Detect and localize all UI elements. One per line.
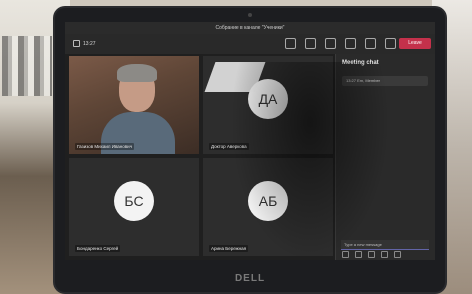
chat-icon[interactable]	[305, 38, 316, 49]
meeting-toolbar: 13:27 Leave	[65, 34, 435, 54]
camera-icon[interactable]	[365, 38, 376, 49]
participant-tile[interactable]: Газизов Михаил Иванович	[69, 56, 199, 154]
meeting-timer: 13:27	[73, 40, 96, 47]
participant-name: Газизов Михаил Иванович	[75, 143, 135, 150]
raise-hand-icon[interactable]	[325, 38, 336, 49]
screen-reflection	[230, 62, 390, 260]
send-icon[interactable]	[394, 251, 401, 258]
leave-button[interactable]: Leave	[399, 38, 431, 49]
participant-avatar: БС	[114, 181, 154, 222]
laptop-bezel: DELL	[55, 262, 445, 292]
shield-icon	[73, 40, 80, 47]
webcam	[248, 13, 252, 17]
participant-video-hair	[117, 64, 157, 82]
toolbar-controls	[285, 38, 416, 49]
window-title: Собрание в канале "Ученики"	[65, 22, 435, 34]
microphone-icon[interactable]	[385, 38, 396, 49]
more-options-icon[interactable]	[345, 38, 356, 49]
laptop-screen: Собрание в канале "Ученики" 13:27 Leave	[65, 22, 435, 260]
participant-tile[interactable]: БС Бондаренко Сергей	[69, 158, 199, 256]
laptop: Собрание в канале "Ученики" 13:27 Leave	[55, 8, 445, 292]
participants-icon[interactable]	[285, 38, 296, 49]
timer-text: 13:27	[83, 40, 96, 47]
dell-logo: DELL	[234, 273, 266, 284]
bookshelf	[2, 36, 52, 96]
participant-name: Бондаренко Сергей	[75, 245, 121, 252]
